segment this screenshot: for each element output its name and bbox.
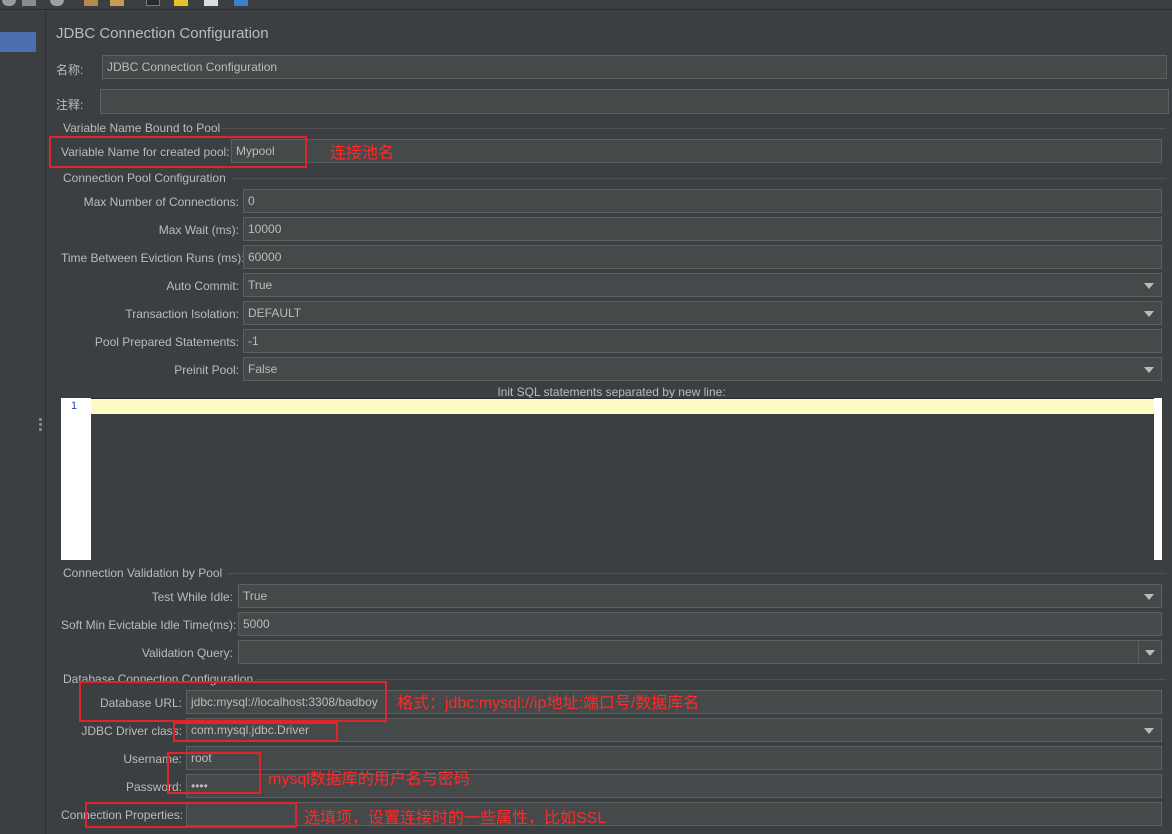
toolbar-icon[interactable] [146,0,160,6]
preinit-pool-label: Preinit Pool: [174,363,239,377]
dropdown-arrow-icon[interactable] [1144,728,1154,734]
section-divider [233,178,1166,179]
test-while-idle-value: True [243,589,268,603]
auto-commit-select[interactable]: True [243,273,1162,297]
max-connections-label: Max Number of Connections: [83,195,239,209]
validation-query-dropdown[interactable] [1138,641,1161,663]
init-sql-label: Init SQL statements separated by new lin… [497,385,726,399]
section-divider [256,679,1166,680]
editor-scrollbar[interactable] [1154,398,1162,560]
toolbar-icon[interactable] [174,0,188,6]
tree-selected-item[interactable] [0,32,36,52]
current-line-highlight [91,399,1154,414]
isolation-value: DEFAULT [248,306,302,320]
prepared-statements-input[interactable]: -1 [243,329,1162,353]
name-input[interactable]: JDBC Connection Configuration [102,55,1167,79]
password-label: Password: [125,780,182,794]
max-wait-input[interactable]: 10000 [243,217,1162,241]
soft-min-idle-input[interactable]: 5000 [238,612,1162,636]
splitter-grip-icon[interactable] [39,423,42,426]
max-wait-label: Max Wait (ms): [158,223,239,237]
editor-text-area[interactable] [91,414,1154,560]
line-number-gutter: 1 [61,398,91,560]
annotation-properties: 选填项，设置连接时的一些属性，比如SSL [304,810,607,827]
section-validation: Connection Validation by Pool [63,566,223,580]
max-connections-input[interactable]: 0 [243,189,1162,213]
isolation-label: Transaction Isolation: [125,307,239,321]
toolbar-icon[interactable] [110,0,124,6]
jdbc-config-window: JDBC Connection Configuration 名称: JDBC C… [0,0,1172,834]
toolbar-icon[interactable] [84,0,98,6]
eviction-label: Time Between Eviction Runs (ms): [61,251,245,265]
prepared-statements-label: Pool Prepared Statements: [94,335,239,349]
preinit-pool-value: False [248,362,278,376]
annotation-box-pool-name [49,136,307,168]
name-label: 名称: [56,63,84,77]
section-pool-config: Connection Pool Configuration [63,171,226,185]
line-number: 1 [71,400,78,412]
section-variable-bound: Variable Name Bound to Pool [63,121,221,135]
validation-query-combo[interactable] [238,640,1162,664]
toolbar-icon[interactable] [50,0,64,6]
validation-query-label: Validation Query: [141,646,233,660]
dropdown-arrow-icon[interactable] [1144,367,1154,373]
toolbar-icon[interactable] [22,0,36,6]
soft-min-idle-label: Soft Min Evictable Idle Time(ms): [61,618,237,632]
test-while-idle-label: Test While Idle: [151,590,233,604]
comment-input[interactable] [100,89,1169,114]
toolbar-icon[interactable] [2,0,16,6]
annotation-box-database-url [79,681,387,722]
jdbc-driver-label: JDBC Driver class: [81,724,182,738]
annotation-box-properties [85,802,297,828]
auto-commit-label: Auto Commit: [166,279,239,293]
splitter-grip-icon[interactable] [39,418,42,421]
test-plan-tree [0,11,37,834]
auto-commit-value: True [248,278,273,292]
annotation-url-format: 格式：jdbc:mysql://ip地址:端口号/数据库名 [397,695,700,712]
toolbar-icon[interactable] [234,0,248,6]
init-sql-editor[interactable]: 1 [61,398,1162,560]
test-while-idle-select[interactable]: True [238,584,1162,608]
dropdown-arrow-icon[interactable] [1144,283,1154,289]
section-divider [222,128,1166,129]
dropdown-arrow-icon[interactable] [1144,311,1154,317]
annotation-box-credentials [167,752,261,794]
page-title: JDBC Connection Configuration [56,25,269,42]
dropdown-arrow-icon[interactable] [1145,650,1155,656]
annotation-pool-name: 连接池名 [330,145,395,162]
username-label: Username: [123,752,182,766]
section-divider [227,573,1166,574]
isolation-select[interactable]: DEFAULT [243,301,1162,325]
comment-label: 注释: [56,98,84,112]
annotation-credentials: mysql数据库的用户名与密码 [268,771,470,788]
annotation-box-driver [173,722,338,742]
splitter-grip-icon[interactable] [39,428,42,431]
toolbar-icon[interactable] [204,0,218,6]
preinit-pool-select[interactable]: False [243,357,1162,381]
eviction-input[interactable]: 60000 [243,245,1162,269]
toolbar [0,0,1172,10]
dropdown-arrow-icon[interactable] [1144,594,1154,600]
